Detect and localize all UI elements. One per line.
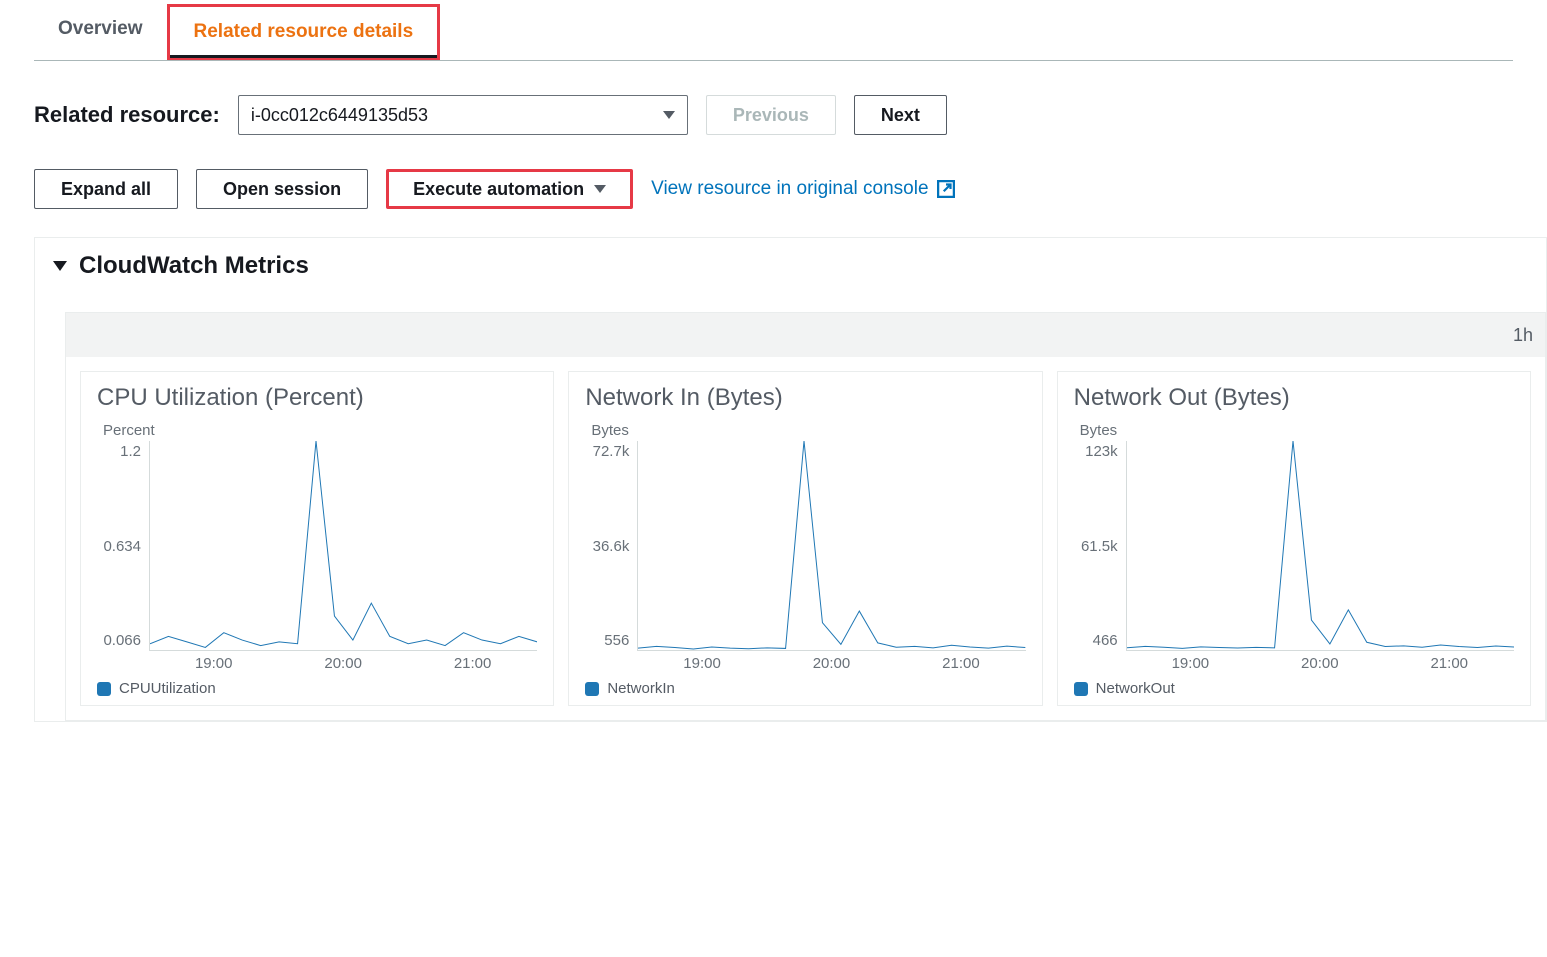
x-tick: 20:00	[1255, 655, 1384, 672]
metrics-toolbar: 1h	[66, 313, 1545, 357]
legend-label: NetworkIn	[607, 680, 675, 697]
chart-legend: CPUUtilization	[97, 680, 537, 697]
open-session-button[interactable]: Open session	[196, 169, 368, 209]
chevron-down-icon	[663, 111, 675, 119]
legend-label: NetworkOut	[1096, 680, 1175, 697]
chart-yaxis: 123k 61.5k 466	[1074, 441, 1126, 651]
x-tick: 21:00	[408, 655, 537, 672]
related-resource-selected: i-0cc012c6449135d53	[251, 105, 428, 126]
legend-swatch	[97, 682, 111, 696]
y-tick: 466	[1093, 632, 1118, 649]
expand-all-button[interactable]: Expand all	[34, 169, 178, 209]
tab-related-resource-details[interactable]: Related resource details	[167, 4, 441, 60]
chart-plot	[149, 441, 537, 651]
x-tick: 21:00	[1385, 655, 1514, 672]
chart-card: Network In (Bytes) Bytes 72.7k 36.6k 556 19:0…	[568, 371, 1042, 706]
y-tick: 36.6k	[593, 538, 630, 555]
next-button[interactable]: Next	[854, 95, 947, 135]
view-original-console-link[interactable]: View resource in original console	[651, 178, 954, 200]
tab-overview[interactable]: Overview	[34, 4, 167, 60]
chart-plot	[1126, 441, 1514, 651]
related-resource-label: Related resource:	[34, 102, 220, 128]
legend-swatch	[585, 682, 599, 696]
x-tick: 20:00	[767, 655, 896, 672]
previous-button: Previous	[706, 95, 836, 135]
x-tick: 19:00	[1126, 655, 1255, 672]
panel-title: CloudWatch Metrics	[79, 252, 309, 280]
chart-yaxis: 1.2 0.634 0.066	[97, 441, 149, 651]
chart-xaxis: 19:0020:0021:00	[637, 655, 1025, 672]
execute-automation-label: Execute automation	[413, 179, 584, 200]
chart-title: Network In (Bytes)	[585, 384, 1025, 412]
x-tick: 21:00	[896, 655, 1025, 672]
chart-ylabel: Bytes	[591, 422, 1025, 439]
chart-legend: NetworkOut	[1074, 680, 1514, 697]
chart-title: Network Out (Bytes)	[1074, 384, 1514, 412]
x-tick: 20:00	[278, 655, 407, 672]
chart-card: Network Out (Bytes) Bytes 123k 61.5k 466 19:0…	[1057, 371, 1531, 706]
y-tick: 0.634	[103, 538, 141, 555]
y-tick: 61.5k	[1081, 538, 1118, 555]
external-link-icon	[937, 180, 955, 198]
y-tick: 72.7k	[593, 443, 630, 460]
time-range-label: 1h	[1513, 325, 1533, 346]
chart-plot	[637, 441, 1025, 651]
y-tick: 123k	[1085, 443, 1118, 460]
tabs: Overview Related resource details	[34, 4, 1513, 61]
legend-swatch	[1074, 682, 1088, 696]
y-tick: 0.066	[103, 632, 141, 649]
view-original-label: View resource in original console	[651, 178, 928, 200]
chart-legend: NetworkIn	[585, 680, 1025, 697]
chart-ylabel: Percent	[103, 422, 537, 439]
chart-title: CPU Utilization (Percent)	[97, 384, 537, 412]
chart-card: CPU Utilization (Percent) Percent 1.2 0.634…	[80, 371, 554, 706]
execute-automation-button[interactable]: Execute automation	[386, 169, 633, 209]
chart-xaxis: 19:0020:0021:00	[149, 655, 537, 672]
chevron-down-icon	[594, 185, 606, 193]
y-tick: 1.2	[120, 443, 141, 460]
y-tick: 556	[604, 632, 629, 649]
chart-xaxis: 19:0020:0021:00	[1126, 655, 1514, 672]
x-tick: 19:00	[149, 655, 278, 672]
chart-yaxis: 72.7k 36.6k 556	[585, 441, 637, 651]
chevron-down-icon	[53, 261, 67, 271]
x-tick: 19:00	[637, 655, 766, 672]
related-resource-select[interactable]: i-0cc012c6449135d53	[238, 95, 688, 135]
cloudwatch-metrics-toggle[interactable]: CloudWatch Metrics	[35, 238, 1546, 294]
chart-ylabel: Bytes	[1080, 422, 1514, 439]
cloudwatch-metrics-panel: CloudWatch Metrics 1h CPU Utilization (P…	[34, 237, 1547, 722]
legend-label: CPUUtilization	[119, 680, 216, 697]
